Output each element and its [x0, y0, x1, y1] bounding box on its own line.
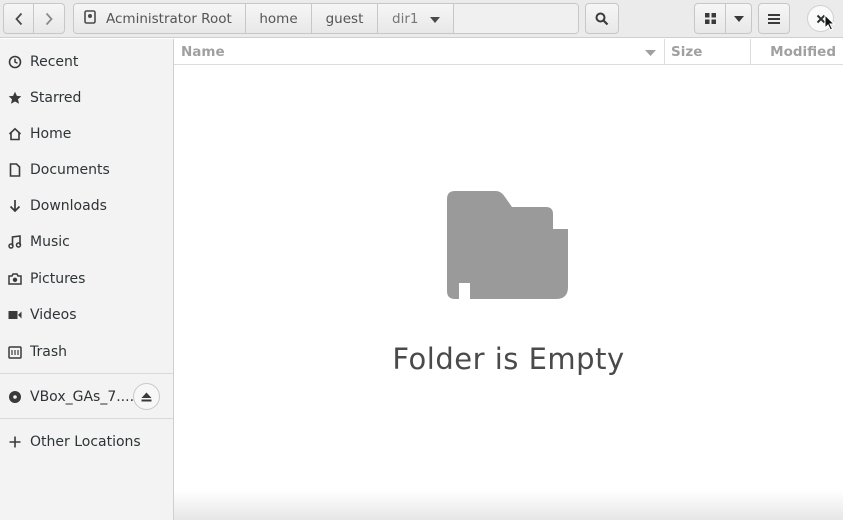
chevron-right-icon — [44, 12, 54, 26]
path-crumb-label: guest — [325, 10, 364, 27]
forward-button[interactable] — [33, 3, 65, 34]
search-button[interactable] — [585, 3, 619, 34]
sidebar-item-label: Documents — [30, 162, 110, 178]
plus-icon — [0, 436, 30, 448]
path-crumb-root[interactable]: Acministrator Root — [74, 4, 246, 33]
sidebar-item-pictures[interactable]: Pictures — [0, 264, 173, 294]
path-bar: Acministrator Root home guest dir1 — [73, 3, 579, 34]
triangle-down-icon — [733, 15, 744, 22]
sidebar: Recent Starred Home Documents Downloads … — [0, 39, 174, 520]
sidebar-item-documents[interactable]: Documents — [0, 155, 173, 185]
music-note-icon — [0, 235, 30, 249]
eject-icon — [141, 387, 152, 406]
column-header-label: Name — [181, 43, 225, 60]
column-header-row: Name Size Modified — [174, 39, 843, 65]
trash-icon — [0, 345, 30, 359]
sidebar-item-label: Other Locations — [30, 434, 141, 450]
search-icon — [595, 12, 609, 26]
grid-view-icon — [704, 13, 716, 24]
mouse-cursor-icon — [824, 13, 836, 35]
back-button[interactable] — [3, 3, 34, 34]
hamburger-menu-icon — [768, 13, 780, 24]
drive-icon — [84, 9, 96, 28]
sidebar-item-label: Starred — [30, 90, 82, 106]
eject-button[interactable] — [133, 383, 160, 410]
star-icon — [0, 91, 30, 105]
sidebar-item-label: Music — [30, 234, 70, 250]
path-crumb-guest[interactable]: guest — [312, 4, 378, 33]
sidebar-divider — [0, 418, 173, 419]
path-root-label: Acministrator Root — [106, 10, 232, 27]
download-arrow-icon — [0, 199, 30, 213]
sidebar-item-label: Pictures — [30, 271, 86, 287]
column-header-label: Modified — [770, 43, 836, 60]
main-menu-button[interactable] — [758, 3, 790, 34]
column-header-size[interactable]: Size — [665, 39, 751, 64]
chevron-left-icon — [14, 12, 24, 26]
sidebar-item-label: Home — [30, 126, 72, 142]
sidebar-item-other-locations[interactable]: Other Locations — [0, 427, 173, 457]
column-header-modified[interactable]: Modified — [751, 39, 843, 64]
sidebar-item-videos[interactable]: Videos — [0, 300, 173, 330]
sidebar-item-downloads[interactable]: Downloads — [0, 191, 173, 221]
view-options-button[interactable] — [725, 3, 752, 34]
sidebar-item-label: Recent — [30, 54, 79, 70]
path-crumb-current[interactable]: dir1 — [378, 4, 454, 33]
sidebar-item-label: Downloads — [30, 198, 107, 214]
sidebar-item-label: Trash — [30, 344, 67, 360]
sidebar-item-home[interactable]: Home — [0, 119, 173, 149]
sidebar-item-label: Videos — [30, 307, 77, 323]
sidebar-divider — [0, 373, 173, 374]
header-bar: Acministrator Root home guest dir1 — [0, 0, 843, 38]
clock-icon — [0, 55, 30, 69]
sidebar-item-trash[interactable]: Trash — [0, 337, 173, 367]
file-view: Name Size Modified Folder is Empty — [174, 39, 843, 520]
sidebar-item-label: VBox_GAs_7.... — [30, 389, 135, 405]
folder-icon — [446, 191, 570, 303]
disc-icon — [0, 390, 30, 404]
home-icon — [0, 127, 30, 141]
document-icon — [0, 163, 30, 177]
video-icon — [0, 310, 30, 320]
camera-icon — [0, 273, 30, 285]
sidebar-item-recent[interactable]: Recent — [0, 47, 173, 77]
sidebar-item-starred[interactable]: Starred — [0, 83, 173, 113]
sidebar-item-music[interactable]: Music — [0, 227, 173, 257]
triangle-down-icon — [430, 11, 441, 27]
column-header-name[interactable]: Name — [174, 39, 665, 64]
empty-folder-message: Folder is Empty — [392, 342, 625, 376]
path-crumb-home[interactable]: home — [246, 4, 312, 33]
path-bar-empty — [454, 4, 578, 33]
bottom-shadow — [174, 490, 843, 520]
sort-descending-icon — [645, 44, 656, 60]
view-toggle-button[interactable] — [694, 3, 726, 34]
path-crumb-label: dir1 — [392, 10, 419, 27]
path-crumb-label: home — [259, 10, 298, 27]
column-header-label: Size — [671, 43, 703, 60]
